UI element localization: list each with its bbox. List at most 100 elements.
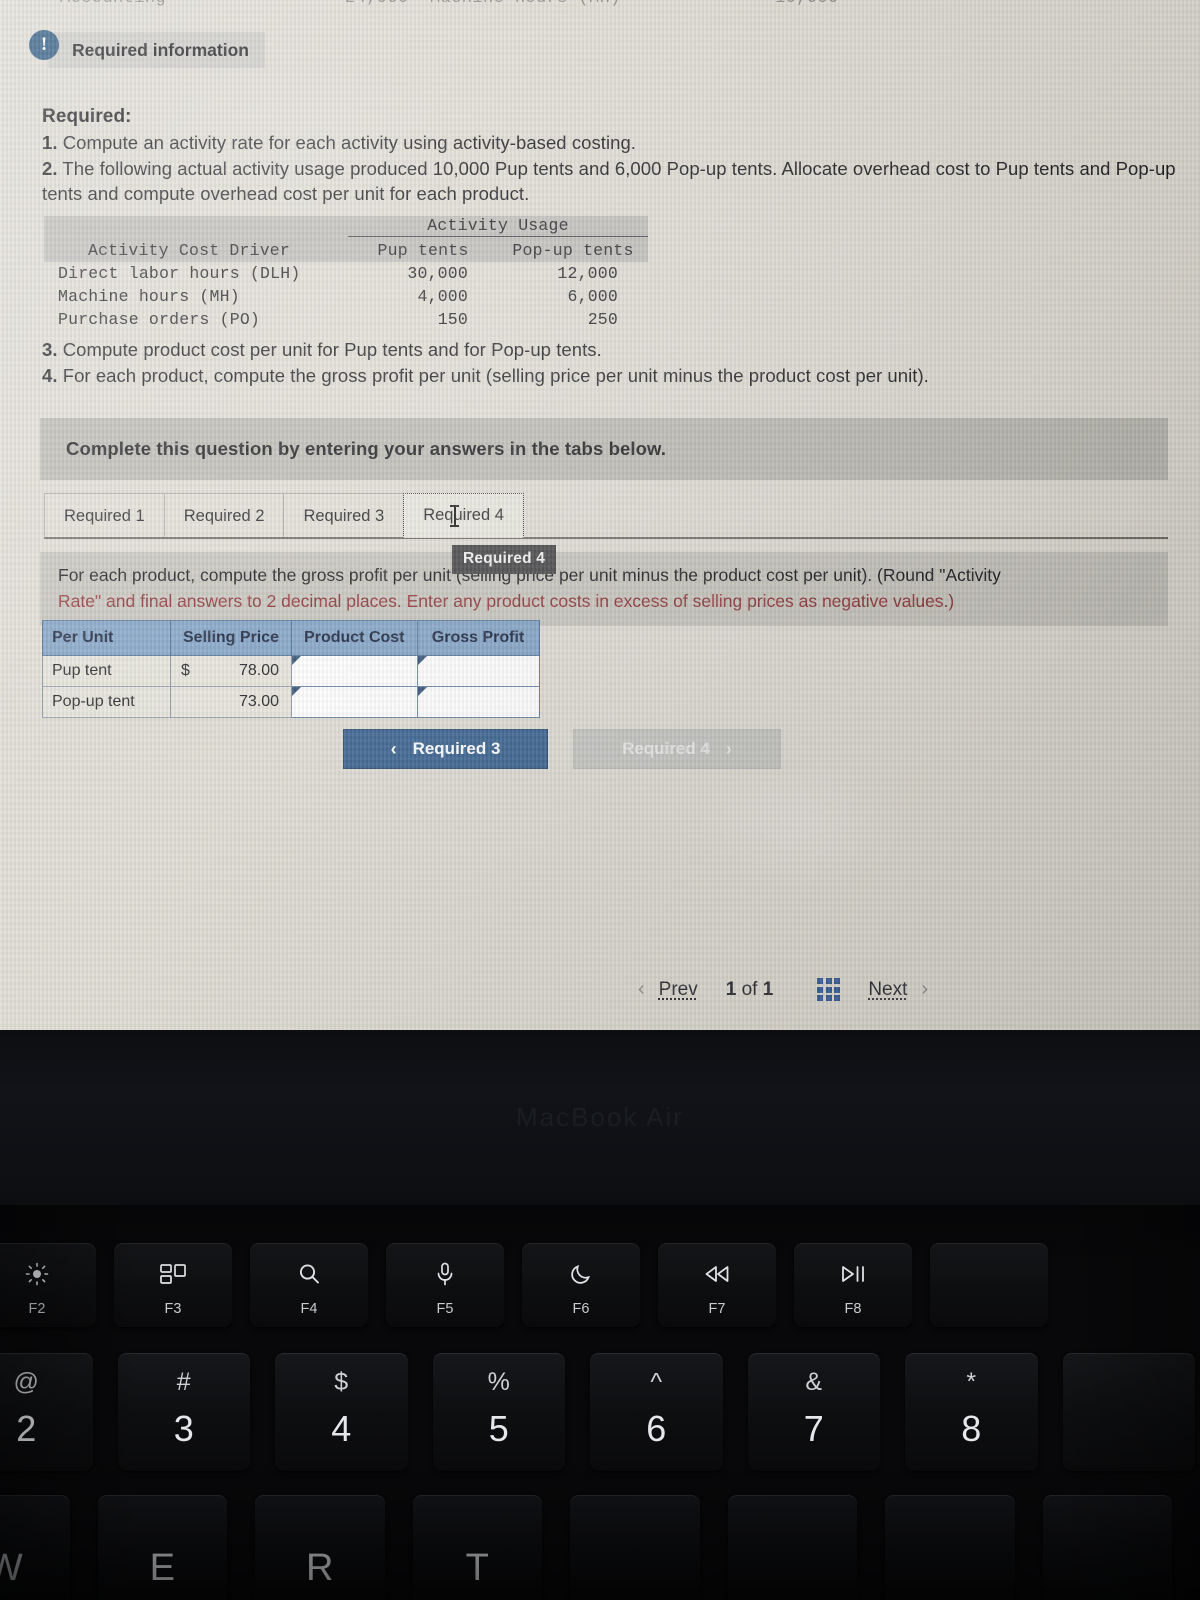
key-f7[interactable]: F7 [658, 1243, 776, 1327]
input-pup-gross-profit[interactable] [416, 655, 540, 687]
required-item-1-number: 1. [42, 132, 58, 153]
row-po-pup: 150 [437, 309, 468, 329]
key-4[interactable]: $ 4 [275, 1353, 408, 1471]
pup-selling-price-value: 78.00 [239, 662, 280, 679]
key-3-digit: 3 [173, 1408, 194, 1449]
mission-control-icon [160, 1259, 186, 1289]
step-navigation[interactable]: ‹ Required 3 Required 4 › [343, 729, 781, 769]
number-key-row: @ 2 # 3 $ 4 % 5 ^ 6 & 7 * 8 [0, 1353, 1200, 1471]
required-list-top: Required: 1. Compute an activity rate fo… [42, 104, 1200, 207]
key-t[interactable]: T [412, 1495, 542, 1600]
key-f4-label: F4 [300, 1301, 318, 1317]
laptop-photo: Accounting 24,000 Machine hours (MH) 10,… [0, 0, 1200, 1600]
key-w[interactable]: W [0, 1495, 70, 1600]
key-o[interactable] [1042, 1495, 1172, 1600]
previous-requirement-label: Required 3 [412, 739, 501, 758]
complete-question-text: Complete this question by entering your … [66, 438, 667, 459]
key-t-label: T [465, 1547, 489, 1589]
key-w-label: W [0, 1547, 23, 1589]
key-4-symbol: $ [334, 1368, 349, 1396]
cutoff-text-machine-hours: Machine hours (MH) [430, 0, 621, 8]
chevron-left-icon: ‹ [390, 738, 397, 759]
key-i[interactable] [885, 1495, 1015, 1600]
key-2-digit: 2 [16, 1408, 37, 1449]
table-row: Purchase orders (PO) 150 250 [44, 308, 648, 331]
tab-required-3[interactable]: Required 3 [283, 493, 405, 538]
key-f4[interactable]: F4 [250, 1243, 368, 1327]
required-item-4: 4. For each product, compute the gross p… [42, 363, 1200, 389]
tab-required-1[interactable]: Required 1 [44, 493, 165, 538]
key-f6[interactable]: F6 [522, 1243, 640, 1327]
letter-key-row: W E R T [0, 1495, 1200, 1600]
key-u[interactable] [727, 1495, 857, 1600]
required-label: Required: [42, 106, 132, 127]
pager-chevron-right-icon[interactable]: › [913, 978, 936, 1001]
required-list-bottom: 3. Compute product cost per unit for Pup… [42, 337, 1200, 388]
row-mh-popup: 6,000 [567, 286, 618, 306]
play-pause-icon [840, 1259, 866, 1289]
key-y[interactable] [570, 1495, 700, 1600]
input-pup-product-cost[interactable] [291, 655, 418, 687]
answer-header-per-unit: Per Unit [42, 620, 171, 656]
tab-required-4[interactable]: Required 4 [403, 493, 524, 538]
row-label-pup-tent: Pup tent [42, 655, 171, 687]
key-r[interactable]: R [255, 1495, 385, 1600]
pager-chevron-left-icon[interactable]: ‹ [630, 978, 653, 1001]
key-2[interactable]: @ 2 [0, 1353, 93, 1471]
pagination-bar[interactable]: ‹ Prev 1 of 1 Next › [630, 978, 936, 1001]
table-row: Machine hours (MH) 4,000 6,000 [44, 285, 648, 308]
key-8-symbol: * [966, 1368, 977, 1396]
activity-usage-table: Activity Usage Activity Cost Driver Pup … [44, 216, 648, 331]
laptop-bezel: MacBook Air [0, 1030, 1200, 1230]
text-cursor-icon [450, 505, 459, 527]
required-item-1: 1. Compute an activity rate for each act… [42, 130, 1200, 156]
grid-view-icon[interactable] [817, 978, 841, 1001]
answer-grid[interactable]: Per Unit Selling Price Product Cost Gros… [42, 620, 540, 718]
popup-selling-price-value: 73.00 [239, 693, 280, 710]
required-item-2-text: The following actual activity usage prod… [42, 157, 1176, 205]
table-row: Pop-up tent 73.00 [42, 686, 540, 718]
key-f9[interactable] [930, 1243, 1048, 1327]
key-3[interactable]: # 3 [117, 1353, 250, 1471]
tab-required-2[interactable]: Required 2 [163, 493, 285, 538]
cell-popup-selling-price: 73.00 [169, 686, 293, 718]
key-5[interactable]: % 5 [432, 1353, 565, 1471]
input-popup-product-cost[interactable] [291, 686, 418, 718]
required-item-3: 3. Compute product cost per unit for Pup… [42, 337, 1200, 363]
next-requirement-button[interactable]: Required 4 › [573, 729, 781, 769]
info-badge-icon: ! [29, 30, 59, 60]
required-information-header: ! Required information [29, 30, 265, 68]
key-r-label: R [306, 1547, 334, 1589]
instruction-line-2: Rate" and final answers to 2 decimal pla… [58, 591, 955, 611]
chevron-right-icon: › [725, 738, 732, 759]
row-dlh-pup: 30,000 [407, 263, 468, 283]
required-item-3-text: Compute product cost per unit for Pup te… [62, 339, 602, 360]
pager-prev-link[interactable]: Prev [653, 979, 704, 1001]
key-3-symbol: # [176, 1368, 191, 1396]
input-popup-gross-profit[interactable] [416, 686, 540, 718]
table-row: Direct labor hours (DLH) 30,000 12,000 [44, 262, 648, 285]
key-6[interactable]: ^ 6 [590, 1353, 723, 1471]
rewind-icon [704, 1259, 730, 1289]
key-f2[interactable]: F2 [0, 1243, 96, 1327]
key-9[interactable] [1062, 1353, 1195, 1471]
key-2-symbol: @ [13, 1368, 39, 1396]
key-8[interactable]: * 8 [905, 1353, 1038, 1471]
pager-total-pages: 1 [762, 978, 774, 1000]
key-7[interactable]: & 7 [747, 1353, 880, 1471]
key-f5[interactable]: F5 [386, 1243, 504, 1327]
key-f3[interactable]: F3 [114, 1243, 232, 1327]
cutoff-text-10000: 10,000 [775, 0, 839, 8]
key-6-symbol: ^ [650, 1368, 663, 1396]
key-5-digit: 5 [488, 1408, 509, 1449]
function-key-row: F2 F3 F4 F5 F6 F7 F8 [0, 1243, 1200, 1327]
key-6-digit: 6 [646, 1408, 667, 1449]
requirement-instruction: For each product, compute the gross prof… [40, 552, 1168, 626]
key-f8[interactable]: F8 [794, 1243, 912, 1327]
required-item-2-number: 2. [42, 157, 58, 179]
key-e[interactable]: E [97, 1495, 227, 1600]
previous-requirement-button[interactable]: ‹ Required 3 [343, 729, 548, 769]
pager-next-link[interactable]: Next [862, 979, 913, 1001]
laptop-keyboard: F2 F3 F4 F5 F6 F7 F8 @ 2 # 3 $ 4 % 5 ^ 6… [0, 1205, 1200, 1600]
pager-current-page: 1 [725, 978, 737, 1000]
